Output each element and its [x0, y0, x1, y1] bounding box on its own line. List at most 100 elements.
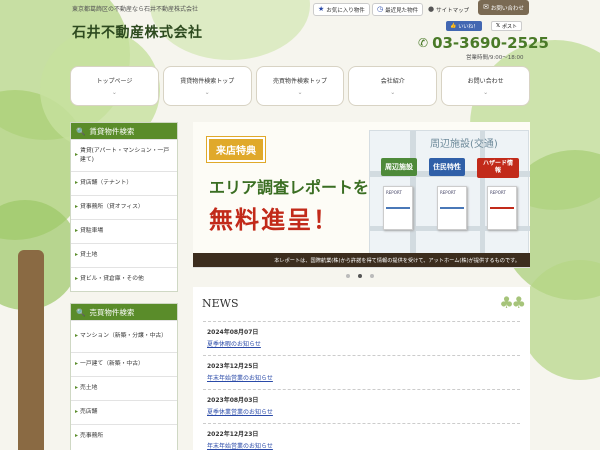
sitemap-link[interactable]: ● サイトマップ	[424, 3, 473, 16]
sidebar-item-sale-mansion[interactable]: ▸ マンション（新築・分譲・中古）	[71, 320, 177, 352]
sitemap-label: サイトマップ	[436, 7, 470, 14]
nav-contact[interactable]: お問い合わせ ⌄	[441, 66, 530, 106]
news-link[interactable]: 年末年始営業のお知らせ	[207, 373, 516, 382]
news-link[interactable]: 夏季休業営業のお知らせ	[207, 407, 516, 416]
sidebar-item-label: マンション（新築・分譲・中古）	[80, 333, 167, 340]
sidebar-item-sale-store[interactable]: ▸ 売店舗	[71, 400, 177, 424]
site-logo[interactable]: 石井不動産株式会社	[72, 22, 203, 42]
rent-search-title: 賃貸物件検索	[89, 126, 135, 136]
nav-top-label: トップページ	[96, 78, 133, 85]
arrow-right-icon: ▸	[75, 275, 79, 283]
promo-headline: エリア調査レポートを	[209, 178, 370, 197]
sidebar-item-rent-other[interactable]: ▸ 貸ビル・貸倉庫・その他	[71, 267, 177, 291]
promo-banner[interactable]: 周辺施設(交通) 周辺施設 住民特性 ハザード情報 REPORT REPORT …	[193, 122, 530, 268]
arrow-right-icon: ▸	[75, 203, 79, 211]
facebook-like-button[interactable]: 👍 いいね！	[446, 21, 483, 31]
carousel-dot[interactable]	[370, 274, 374, 278]
x-post-button[interactable]: 𝕏 ポスト	[491, 21, 523, 31]
rent-search-header: 🔍 賃貸物件検索	[71, 123, 177, 139]
nav-company[interactable]: 会社紹介 ⌄	[348, 66, 438, 106]
nav-sale-label: 売買物件検索トップ	[272, 78, 327, 85]
search-icon: 🔍	[76, 126, 86, 136]
news-item: 2022年12月23日 年末年始営業のお知らせ	[203, 423, 520, 450]
x-post-label: ポスト	[502, 23, 518, 30]
favorites-button[interactable]: ★ お気に入り物件	[313, 3, 370, 16]
arrow-right-icon: ▸	[75, 179, 79, 187]
report-label: REPORT	[490, 190, 506, 195]
pill-hazard: ハザード情報	[477, 158, 519, 178]
arrow-right-icon: ▸	[75, 227, 79, 235]
sale-search-header: 🔍 売買物件検索	[71, 304, 177, 320]
sidebar-item-rent-store[interactable]: ▸ 貸店舗（テナント）	[71, 171, 177, 195]
fb-like-label: いいね！	[458, 23, 479, 30]
report-label: REPORT	[440, 190, 456, 195]
chevron-down-icon: ⌄	[483, 89, 489, 96]
sidebar-item-label: 売事務所	[80, 433, 104, 440]
sidebar-item-label: 売土地	[80, 385, 98, 392]
star-icon: ★	[318, 5, 325, 13]
site-tagline: 東京都葛飾区の不動産なら石井不動産株式会社	[72, 6, 199, 13]
news-link[interactable]: 夏季休暇のお知らせ	[207, 339, 516, 348]
sidebar-item-label: 貸土地	[80, 252, 98, 259]
global-nav: トップページ ⌄ 賃貸物件検索トップ ⌄ 売買物件検索トップ ⌄ 会社紹介 ⌄ お問い合…	[70, 66, 530, 106]
pill-facilities: 周辺施設	[381, 158, 417, 176]
phone-icon: ✆	[418, 36, 429, 50]
news-date: 2022年12月23日	[207, 431, 259, 438]
favorites-label: お気に入り物件	[326, 7, 365, 14]
news-item: 2023年08月03日 夏季休業営業のお知らせ	[203, 389, 520, 423]
carousel-dot-active[interactable]	[358, 274, 362, 278]
sidebar-item-sale-house[interactable]: ▸ 一戸建て（新築・中古）	[71, 352, 177, 376]
promo-tag: 来店特典	[207, 137, 265, 162]
nav-contact-label: お問い合わせ	[467, 78, 504, 85]
chevron-down-icon: ⌄	[390, 89, 396, 96]
business-hours: 営業時間/9:00～18:00	[466, 55, 524, 61]
report-booklet: REPORT	[383, 186, 413, 230]
arrow-right-icon: ▸	[75, 432, 79, 440]
promo-free: 無料進呈！	[209, 206, 339, 234]
news-title: NEWS	[202, 297, 239, 310]
contact-button[interactable]: ✉ お問い合わせ	[478, 0, 529, 15]
mail-icon: ✉	[483, 3, 489, 11]
sidebar-item-rent-residential[interactable]: ▸ 賃貸(アパート・マンション・一戸建て)	[71, 139, 177, 171]
nav-top[interactable]: トップページ ⌄	[70, 66, 159, 106]
news-item: 2023年12月25日 年末年始営業のお知らせ	[203, 355, 520, 389]
chevron-down-icon: ⌄	[297, 89, 303, 96]
news-section: NEWS ♣♣ 2024年08月07日 夏季休暇のお知らせ 2023年12月25…	[193, 287, 530, 450]
tree-decoration-icon: ♣♣	[499, 293, 526, 312]
rent-search-panel: 🔍 賃貸物件検索 ▸ 賃貸(アパート・マンション・一戸建て) ▸ 貸店舗（テナント）…	[70, 122, 178, 292]
arrow-right-icon: ▸	[75, 360, 79, 368]
report-booklet: REPORT	[437, 186, 467, 230]
circle-arrow-icon: ●	[428, 5, 435, 13]
banner-footnote: 本レポートは、国際航業(株)から許諾を得て情報の提供を受けて、アットホーム(株)…	[193, 253, 530, 267]
nav-rent-label: 賃貸物件検索トップ	[180, 78, 235, 85]
nav-sale-search[interactable]: 売買物件検索トップ ⌄	[255, 66, 345, 106]
report-booklet: REPORT	[487, 186, 517, 230]
sidebar-item-label: 貸事務所（貸オフィス）	[80, 204, 144, 211]
contact-label: お問い合わせ	[490, 5, 524, 12]
chevron-down-icon: ⌄	[204, 89, 210, 96]
carousel-dot[interactable]	[346, 274, 350, 278]
sidebar-item-rent-parking[interactable]: ▸ 貸駐車場	[71, 219, 177, 243]
recent-label: 最近見た物件	[385, 7, 419, 14]
sidebar-item-label: 売店舗	[80, 409, 98, 416]
sale-search-panel: 🔍 売買物件検索 ▸ マンション（新築・分譲・中古） ▸ 一戸建て（新築・中古） ▸…	[70, 303, 178, 450]
arrow-right-icon: ▸	[75, 151, 79, 159]
x-logo-icon: 𝕏	[496, 23, 501, 29]
sidebar-item-label: 貸ビル・貸倉庫・その他	[80, 276, 144, 283]
sidebar-item-label: 賃貸(アパート・マンション・一戸建て)	[80, 148, 170, 163]
sidebar-item-rent-office[interactable]: ▸ 貸事務所（貸オフィス）	[71, 195, 177, 219]
nav-rent-search[interactable]: 賃貸物件検索トップ ⌄	[162, 66, 252, 106]
arrow-right-icon: ▸	[75, 384, 79, 392]
news-link[interactable]: 年末年始営業のお知らせ	[207, 441, 516, 450]
news-date: 2024年08月07日	[207, 329, 259, 336]
sidebar-item-label: 貸駐車場	[80, 228, 104, 235]
sale-search-title: 売買物件検索	[89, 307, 135, 317]
chevron-down-icon: ⌄	[111, 89, 117, 96]
sidebar-item-rent-land[interactable]: ▸ 貸土地	[71, 243, 177, 267]
sidebar-item-sale-office[interactable]: ▸ 売事務所	[71, 424, 177, 448]
news-item: 2024年08月07日 夏季休暇のお知らせ	[203, 321, 520, 355]
phone-number[interactable]: ✆ 03-3690-2525	[418, 34, 549, 52]
arrow-right-icon: ▸	[75, 408, 79, 416]
recent-button[interactable]: ◷ 最近見た物件	[372, 3, 424, 16]
sidebar-item-sale-land[interactable]: ▸ 売土地	[71, 376, 177, 400]
